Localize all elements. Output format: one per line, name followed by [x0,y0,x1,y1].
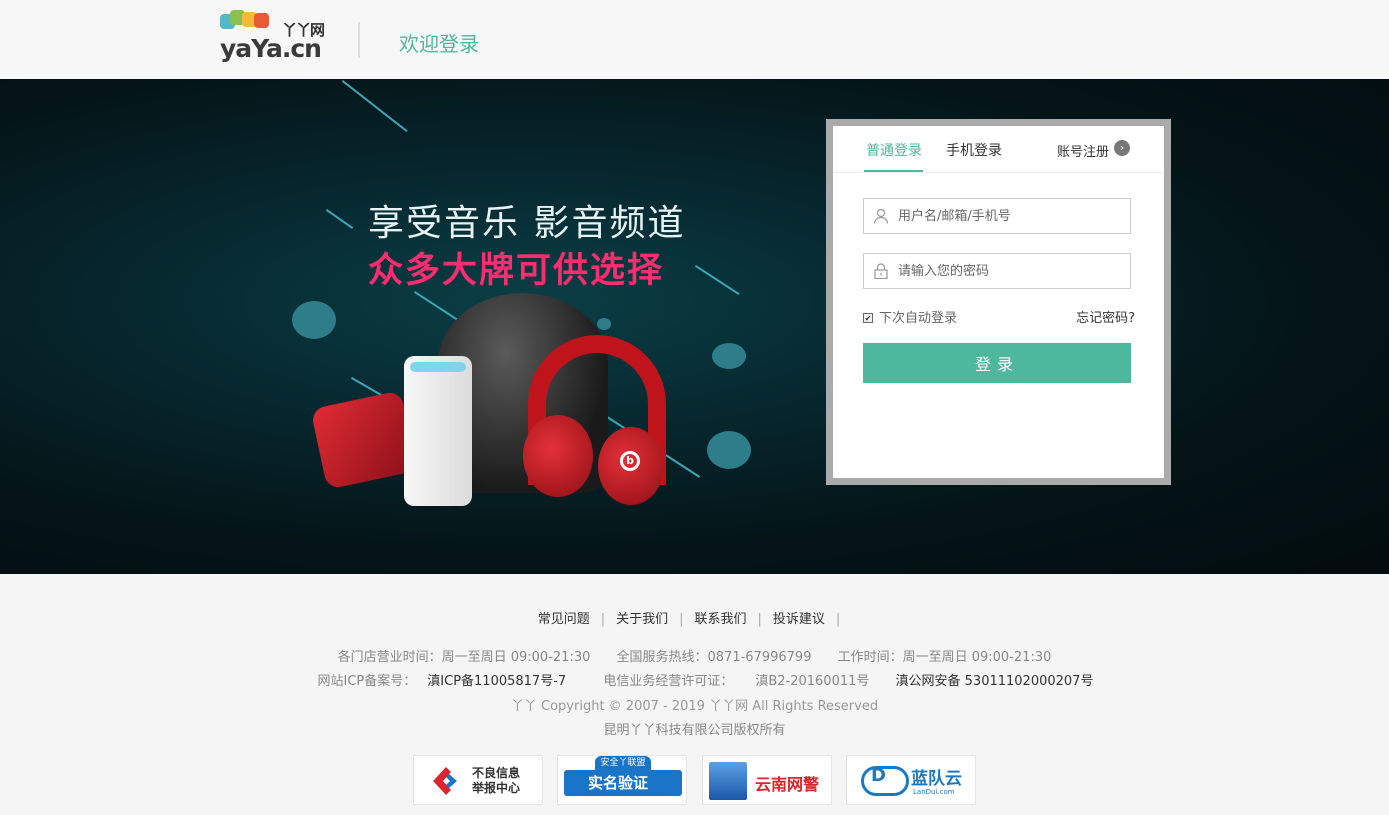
footer-nav: 常见问题 | 关于我们 | 联系我们 | 投诉建议 | [537,612,841,627]
register-link[interactable]: 账号注册 › [1057,140,1130,160]
chevron-right-icon: › [1114,140,1130,156]
icp-number-link[interactable]: 滇ICP备11005817号-7 [427,674,566,689]
login-form: 普通登录 手机登录 账号注册 › ✔ 下次自动登录 [833,126,1164,478]
copyright: 丫丫 Copyright © 2007 - 2019 丫丫网 All Right… [510,699,879,714]
smart-speaker-white-image [404,356,472,506]
store-hours: 各门店营业时间：周一至周日 09:00-21:30 [337,650,591,665]
report-line1: 不良信息 [472,766,521,780]
active-tab-indicator [864,170,923,172]
login-button[interactable]: 登录 [863,343,1131,383]
landui-text: 蓝队云 [911,769,962,789]
password-field[interactable] [863,253,1131,289]
report-line2: 举报中心 [472,781,521,795]
register-label: 账号注册 [1057,145,1110,160]
footer-license-info: 网站ICP备案号： 滇ICP备11005817号-7 电信业务经营许可证： 滇B2-… [0,670,1389,689]
headphone-cup-right: b [598,427,664,505]
footer-service-info: 各门店营业时间：周一至周日 09:00-21:30 全国服务热线：0871-67… [0,646,1389,665]
alliance-top-text: 安全丫联盟 [595,756,651,770]
banner-slogan-line2: 众多大牌可供选择 [368,251,665,291]
icp-label: 网站ICP备案号： [317,674,417,689]
decor-drop [597,318,611,330]
headphone-cup-left [523,415,593,497]
decor-line [325,209,354,229]
portable-speaker-red-image [310,390,418,490]
police-text: 云南网警 [755,775,820,794]
banner-slogan-line1: 享受音乐 影音频道 [368,203,686,244]
page-title: 欢迎登录 [399,32,479,56]
logo-en-text: yaYa.cn [220,34,322,63]
telecom-label: 电信业务经营许可证： [603,674,734,689]
login-tabs: 普通登录 手机登录 账号注册 › [833,126,1164,173]
work-hours: 工作时间：周一至周日 09:00-21:30 [837,650,1052,665]
landui-sub-text: LanDui.com [913,788,955,796]
forgot-password-link[interactable]: 忘记密码? [1076,307,1135,326]
tab-normal-login[interactable]: 普通登录 [866,140,922,160]
remember-me-checkbox[interactable]: ✔ 下次自动登录 [863,307,957,326]
footer-link-contact[interactable]: 联系我们 [695,612,747,627]
logo-color-blocks [220,10,284,34]
badge-realname-verify[interactable]: 安全丫联盟 实名验证 [557,755,687,805]
promo-banner: 享受音乐 影音频道 众多大牌可供选择 b [0,79,1389,574]
decor-drop [707,431,751,469]
police-record-link[interactable]: 滇公网安备 53011102000207号 [896,674,1094,689]
footer-link-faq[interactable]: 常见问题 [538,612,590,627]
alliance-main-text: 实名验证 [588,774,649,792]
header: 丫丫网 yaYa.cn 欢迎登录 [0,0,1389,79]
remember-me-label: 下次自动登录 [879,311,958,326]
report-center-logo-icon [433,767,457,795]
badge-report-center[interactable]: 不良信息 举报中心 [413,755,543,805]
police-officer-icon [709,762,747,800]
footer-link-about[interactable]: 关于我们 [616,612,668,627]
trust-badges: 不良信息 举报中心 安全丫联盟 实名验证 云南网警 D 蓝队云 LanDui.c… [413,755,978,805]
company-rights: 昆明丫丫科技有限公司版权所有 [603,723,786,738]
decor-drop [292,301,336,339]
telecom-license: 滇B2-20160011号 [755,674,870,689]
tab-phone-login[interactable]: 手机登录 [946,140,1002,160]
service-hotline: 全国服务热线：0871-67996799 [616,650,812,665]
badge-landui-cloud[interactable]: D 蓝队云 LanDui.com [846,755,976,805]
lock-icon [874,263,888,279]
footer-link-complaint[interactable]: 投诉建议 [773,612,825,627]
checkbox-checked-icon: ✔ [863,313,873,323]
username-field[interactable] [863,198,1131,234]
site-logo[interactable]: 丫丫网 yaYa.cn [220,10,332,63]
password-input[interactable] [898,254,1126,288]
badge-yunnan-police[interactable]: 云南网警 [702,755,832,805]
decor-line [694,265,740,295]
decor-line [341,80,408,133]
user-icon [873,208,889,224]
header-divider [358,22,360,58]
username-input[interactable] [898,199,1126,233]
decor-drop [712,343,746,369]
login-panel: 普通登录 手机登录 账号注册 › ✔ 下次自动登录 [826,119,1171,485]
